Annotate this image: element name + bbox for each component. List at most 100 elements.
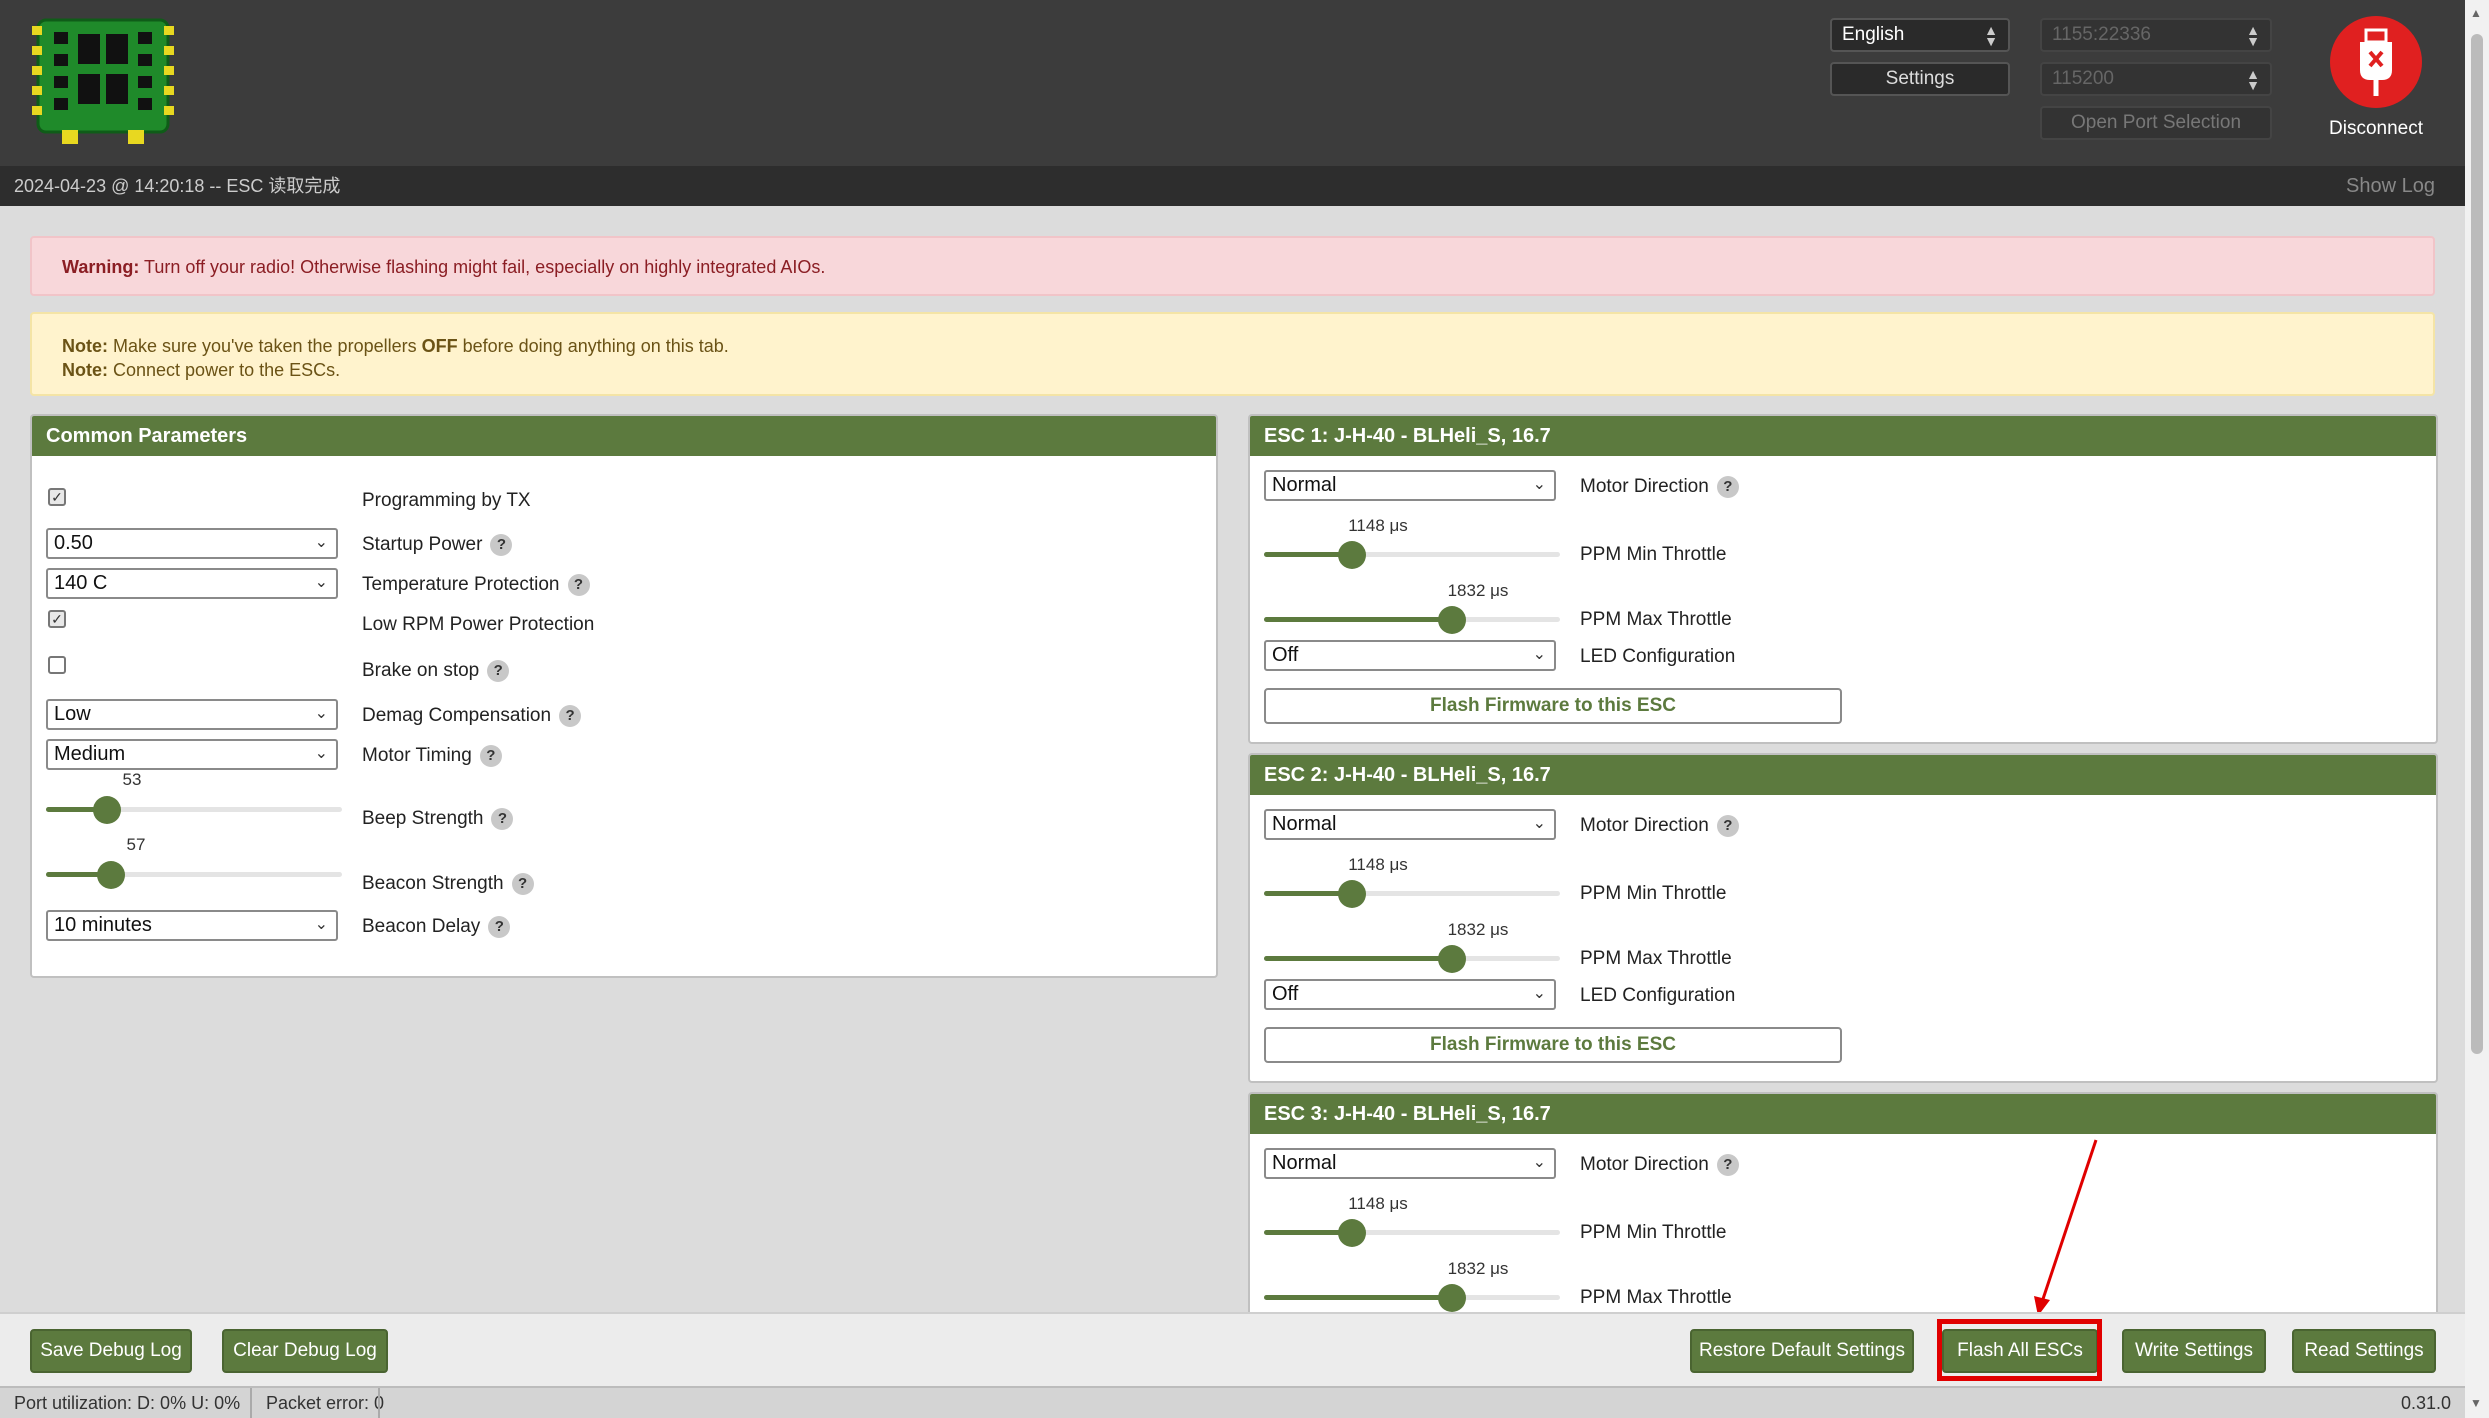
show-log-link[interactable]: Show Log <box>2346 166 2435 206</box>
annotation-arrow <box>2034 1139 2098 1312</box>
esc-2-ppm-min-slider[interactable] <box>1264 878 1560 908</box>
ppm-max-label: PPM Max Throttle <box>1580 948 1732 969</box>
esc-2-flash-button[interactable]: Flash Firmware to this ESC <box>1264 1027 1842 1063</box>
motor-direction-label: Motor Direction? <box>1580 476 1739 498</box>
motor-direction-label: Motor Direction? <box>1580 1154 1739 1176</box>
help-icon[interactable]: ? <box>559 705 582 727</box>
slider-thumb[interactable] <box>1338 880 1366 908</box>
app-header: English ▲ ▼ Settings 1155:22336 ▲ ▼ 115200… <box>0 0 2465 166</box>
beacon-strength-text: Beacon Strength <box>362 873 504 895</box>
note-alert: Note: Make sure you've taken the propell… <box>30 312 2435 396</box>
footer-toolbar: Save Debug Log Clear Debug Log Restore D… <box>0 1312 2465 1386</box>
language-select[interactable]: English ▲ ▼ <box>1830 18 2010 52</box>
direction-value: Normal <box>1272 474 1337 496</box>
motor-timing-value: Medium <box>54 743 126 765</box>
help-icon[interactable]: ? <box>567 574 590 596</box>
low-rpm-protection-label: Low RPM Power Protection <box>362 614 595 635</box>
programming-by-tx-checkbox[interactable]: ✓ <box>48 488 66 506</box>
chevron-down-icon: ⌄ <box>314 705 328 722</box>
esc-2-led-select[interactable]: Off ⌄ <box>1264 979 1556 1010</box>
help-icon[interactable]: ? <box>1716 815 1739 837</box>
esc-board-logo <box>32 18 174 144</box>
help-icon[interactable]: ? <box>1716 476 1739 498</box>
updown-icon: ▲ ▼ <box>2246 22 2260 49</box>
beep-strength-slider[interactable] <box>46 794 342 824</box>
slider-thumb[interactable] <box>97 861 125 889</box>
esc-1-ppm-min-slider[interactable] <box>1264 539 1560 569</box>
slider-thumb[interactable] <box>1338 1219 1366 1247</box>
help-icon[interactable]: ? <box>490 534 513 556</box>
motor-timing-select[interactable]: Medium ⌄ <box>46 739 338 770</box>
direction-value: Normal <box>1272 1152 1337 1174</box>
esc-1-ppm-max-slider[interactable] <box>1264 604 1560 634</box>
slider-thumb[interactable] <box>1438 1284 1466 1312</box>
slider-thumb[interactable] <box>1438 606 1466 634</box>
esc-3-panel: ESC 3: J-H-40 - BLHeli_S, 16.7 Normal ⌄ M… <box>1248 1092 2438 1312</box>
open-port-selection-button[interactable]: Open Port Selection <box>2040 106 2272 140</box>
scrollbar-thumb[interactable] <box>2471 34 2483 1054</box>
beacon-delay-label: Beacon Delay? <box>362 916 511 938</box>
demag-compensation-select[interactable]: Low ⌄ <box>46 699 338 730</box>
read-settings-button[interactable]: Read Settings <box>2292 1329 2436 1373</box>
page-scrollbar[interactable]: ▲ ▼ <box>2465 0 2489 1418</box>
help-icon[interactable]: ? <box>491 808 514 830</box>
beep-strength-label: Beep Strength? <box>362 808 514 830</box>
esc-1-direction-select[interactable]: Normal ⌄ <box>1264 470 1556 501</box>
esc-1-flash-button[interactable]: Flash Firmware to this ESC <box>1264 688 1842 724</box>
help-icon[interactable]: ? <box>488 916 511 938</box>
demag-value: Low <box>54 703 91 725</box>
esc-3-ppm-min-slider[interactable] <box>1264 1217 1560 1247</box>
brake-on-stop-checkbox[interactable] <box>48 656 66 674</box>
ppm-min-value: 1148 μs <box>1348 855 1408 874</box>
esc-1-led-select[interactable]: Off ⌄ <box>1264 640 1556 671</box>
esc-2-ppm-max-slider[interactable] <box>1264 943 1560 973</box>
beacon-strength-slider[interactable] <box>46 859 342 889</box>
packet-error: Packet error: 0 <box>266 1393 385 1413</box>
disconnect-button[interactable] <box>2330 16 2422 108</box>
settings-button[interactable]: Settings <box>1830 62 2010 96</box>
note-text: Make sure you've taken the propellers <box>108 336 422 356</box>
beacon-delay-value: 10 minutes <box>54 914 152 936</box>
beacon-delay-select[interactable]: 10 minutes ⌄ <box>46 910 338 941</box>
startup-power-select[interactable]: 0.50 ⌄ <box>46 528 338 559</box>
temperature-protection-text: Temperature Protection <box>362 574 560 596</box>
chevron-down-icon: ⌄ <box>314 916 328 933</box>
baud-select[interactable]: 115200 ▲ ▼ <box>2040 62 2272 96</box>
help-icon[interactable]: ? <box>511 873 534 895</box>
baud-value: 115200 <box>2052 68 2114 89</box>
esc-3-direction-select[interactable]: Normal ⌄ <box>1264 1148 1556 1179</box>
scroll-down-icon[interactable]: ▼ <box>2470 1396 2482 1410</box>
esc-3-ppm-max-slider[interactable] <box>1264 1282 1560 1312</box>
app-version: 0.31.0 <box>2400 1393 2451 1413</box>
slider-thumb[interactable] <box>1338 541 1366 569</box>
motor-timing-label: Motor Timing? <box>362 745 502 767</box>
esc-2-direction-select[interactable]: Normal ⌄ <box>1264 809 1556 840</box>
save-debug-log-button[interactable]: Save Debug Log <box>30 1329 192 1373</box>
help-icon[interactable]: ? <box>479 745 502 767</box>
highlight-box <box>1937 1319 2102 1381</box>
demag-text: Demag Compensation <box>362 705 552 727</box>
motor-direction-text: Motor Direction <box>1580 476 1709 498</box>
esc-2-panel: ESC 2: J-H-40 - BLHeli_S, 16.7 Normal ⌄ M… <box>1248 753 2438 1083</box>
restore-default-settings-button[interactable]: Restore Default Settings <box>1690 1329 1914 1373</box>
led-value: Off <box>1272 983 1299 1005</box>
help-icon[interactable]: ? <box>487 660 510 682</box>
help-icon[interactable]: ? <box>1716 1154 1739 1176</box>
write-settings-button[interactable]: Write Settings <box>2122 1329 2266 1373</box>
esc-3-title: ESC 3: J-H-40 - BLHeli_S, 16.7 <box>1250 1094 2436 1134</box>
temperature-protection-select[interactable]: 140 C ⌄ <box>46 568 338 599</box>
led-value: Off <box>1272 644 1299 666</box>
language-value: English <box>1842 24 1905 45</box>
slider-thumb[interactable] <box>93 796 121 824</box>
port-select[interactable]: 1155:22336 ▲ ▼ <box>2040 18 2272 52</box>
slider-thumb[interactable] <box>1438 945 1466 973</box>
ppm-min-value: 1148 μs <box>1348 1194 1408 1213</box>
startup-power-text: Startup Power <box>362 534 483 556</box>
updown-icon: ▲ ▼ <box>2246 66 2260 93</box>
usb-disconnect-icon <box>2360 28 2392 96</box>
scroll-up-icon[interactable]: ▲ <box>2470 6 2482 20</box>
clear-debug-log-button[interactable]: Clear Debug Log <box>222 1329 388 1373</box>
ppm-max-label: PPM Max Throttle <box>1580 609 1732 630</box>
low-rpm-protection-checkbox[interactable]: ✓ <box>48 610 66 628</box>
ppm-min-label: PPM Min Throttle <box>1580 544 1727 565</box>
